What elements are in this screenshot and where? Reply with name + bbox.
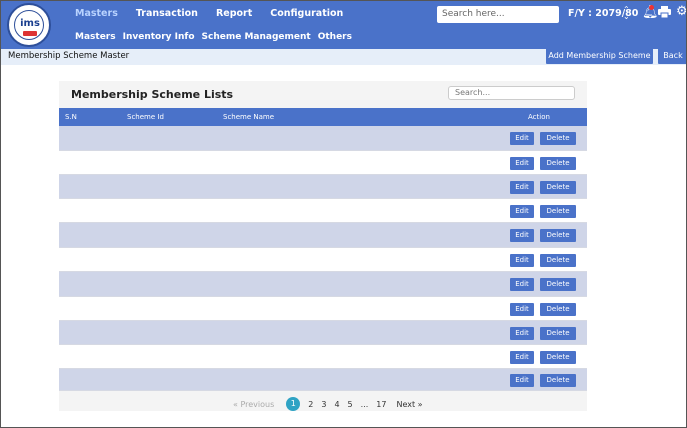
sub-menu: Masters Inventory Info Scheme Management… [75, 32, 352, 42]
table-row: Edit Delete [59, 199, 587, 223]
delete-button[interactable]: Delete [540, 132, 576, 145]
edit-button[interactable]: Edit [510, 229, 534, 242]
submenu-inventory-info[interactable]: Inventory Info [123, 32, 195, 42]
delete-button[interactable]: Delete [540, 303, 576, 316]
delete-button[interactable]: Delete [540, 374, 576, 387]
table-row: Edit Delete [59, 369, 587, 391]
delete-button[interactable]: Delete [540, 254, 576, 267]
notification-dot [649, 5, 654, 10]
pagination-ellipsis: ... [360, 399, 369, 409]
global-search-input[interactable]: Search here... [437, 6, 559, 23]
menu-transaction[interactable]: Transaction [136, 8, 198, 19]
pagination-page-5[interactable]: 5 [348, 400, 353, 409]
menu-masters[interactable]: Masters [75, 8, 118, 19]
delete-button[interactable]: Delete [540, 157, 576, 170]
delete-button[interactable]: Delete [540, 351, 576, 364]
menu-report[interactable]: Report [216, 8, 252, 19]
settings-gear-icon[interactable]: ⚙ [676, 4, 686, 19]
back-button[interactable]: Back [658, 47, 686, 64]
delete-button[interactable]: Delete [540, 327, 576, 340]
pagination-page-17[interactable]: 17 [376, 400, 386, 409]
table-row: Edit Delete [59, 248, 587, 272]
app-window: ims Masters Transaction Report Configura… [0, 0, 687, 428]
pagination-page-3[interactable]: 3 [321, 400, 326, 409]
pagination-next[interactable]: Next » [396, 400, 422, 409]
edit-button[interactable]: Edit [510, 254, 534, 267]
delete-button[interactable]: Delete [540, 181, 576, 194]
printer-icon-svg [658, 6, 671, 19]
fiscal-year-toggle-icon[interactable]: ⌃ ⌄ [623, 6, 630, 21]
pagination-page-2[interactable]: 2 [308, 400, 313, 409]
logo-text: ims [20, 18, 40, 29]
submenu-scheme-management[interactable]: Scheme Management [202, 32, 311, 42]
menu-configuration[interactable]: Configuration [270, 8, 343, 19]
submenu-masters[interactable]: Masters [75, 32, 116, 42]
table-row: Edit Delete [59, 223, 587, 248]
top-navbar: ims Masters Transaction Report Configura… [1, 1, 686, 49]
table-row: Edit Delete [59, 126, 587, 151]
main-menu: Masters Transaction Report Configuration [75, 8, 343, 19]
delete-button[interactable]: Delete [540, 278, 576, 291]
edit-button[interactable]: Edit [510, 327, 534, 340]
add-membership-scheme-button[interactable]: Add Membership Scheme [546, 47, 653, 64]
list-title: Membership Scheme Lists [71, 88, 234, 101]
logo-badge [23, 31, 37, 36]
table-row: Edit Delete [59, 345, 587, 369]
page-title: Membership Scheme Master [8, 51, 130, 61]
column-scheme-id: Scheme Id [127, 113, 164, 121]
table-row: Edit Delete [59, 321, 587, 345]
edit-button[interactable]: Edit [510, 132, 534, 145]
column-scheme-name: Scheme Name [223, 113, 275, 121]
edit-button[interactable]: Edit [510, 303, 534, 316]
table-row: Edit Delete [59, 151, 587, 175]
delete-button[interactable]: Delete [540, 229, 576, 242]
scheme-list-card: Membership Scheme Lists Search... S.N Sc… [59, 81, 587, 411]
list-search-input[interactable]: Search... [448, 86, 575, 100]
printer-icon[interactable] [658, 6, 671, 21]
pagination-page-4[interactable]: 4 [334, 400, 339, 409]
edit-button[interactable]: Edit [510, 351, 534, 364]
edit-button[interactable]: Edit [510, 157, 534, 170]
edit-button[interactable]: Edit [510, 278, 534, 291]
table-row: Edit Delete [59, 272, 587, 297]
delete-button[interactable]: Delete [540, 205, 576, 218]
table-header: S.N Scheme Id Scheme Name Action [59, 108, 587, 126]
app-logo[interactable]: ims [7, 3, 51, 47]
pagination-previous[interactable]: « Previous [233, 400, 274, 409]
column-action: Action [528, 113, 550, 121]
column-sn: S.N [65, 113, 77, 121]
submenu-others[interactable]: Others [318, 32, 352, 42]
pagination: « Previous 1 2 3 4 5 ... 17 Next » [233, 396, 423, 412]
logo-inner: ims [14, 10, 44, 40]
edit-button[interactable]: Edit [510, 374, 534, 387]
table-row: Edit Delete [59, 175, 587, 199]
edit-button[interactable]: Edit [510, 205, 534, 218]
pagination-page-1[interactable]: 1 [286, 397, 301, 411]
table-row: Edit Delete [59, 297, 587, 321]
edit-button[interactable]: Edit [510, 181, 534, 194]
